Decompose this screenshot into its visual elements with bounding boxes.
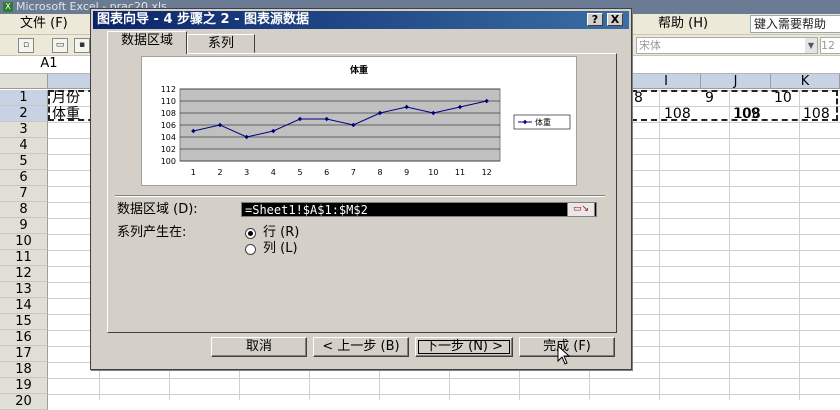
x-tick-label: 10 bbox=[428, 168, 438, 177]
row-header[interactable]: 19 bbox=[0, 378, 48, 394]
column-header-j[interactable]: J bbox=[701, 74, 771, 89]
cancel-button[interactable]: 取消 bbox=[211, 337, 307, 357]
close-icon[interactable]: X bbox=[607, 13, 623, 26]
row-header[interactable]: 17 bbox=[0, 346, 48, 362]
legend-label: 体重 bbox=[535, 117, 551, 127]
row-header[interactable]: 18 bbox=[0, 362, 48, 378]
tab-series[interactable]: 系列 bbox=[187, 34, 255, 53]
tab-data-range[interactable]: 数据区域 bbox=[107, 31, 187, 54]
cell-h1[interactable]: 8 bbox=[634, 90, 643, 106]
radio-rows[interactable] bbox=[245, 228, 256, 239]
radio-columns[interactable] bbox=[245, 244, 256, 255]
radio-selected-dot bbox=[248, 231, 253, 236]
excel-app-icon: X bbox=[3, 2, 13, 12]
row-header[interactable]: 10 bbox=[0, 234, 48, 250]
cell-a2[interactable]: 体重 bbox=[52, 106, 80, 122]
cell-j2-value[interactable]: 109 bbox=[733, 106, 760, 122]
x-tick-label: 5 bbox=[297, 168, 302, 177]
y-tick-label: 112 bbox=[161, 85, 176, 94]
x-tick-label: 7 bbox=[351, 168, 356, 177]
mouse-cursor-icon bbox=[557, 345, 571, 365]
row-header[interactable]: 16 bbox=[0, 330, 48, 346]
column-header-i[interactable]: I bbox=[632, 74, 701, 89]
row-header[interactable]: 20 bbox=[0, 394, 48, 410]
font-name-value: 宋体 bbox=[639, 39, 661, 52]
data-range-label: 数据区域 (D): bbox=[117, 202, 198, 217]
cell-h2[interactable]: 108 bbox=[664, 106, 691, 122]
row-header[interactable]: 3 bbox=[0, 122, 48, 138]
x-tick-label: 8 bbox=[377, 168, 382, 177]
y-tick-label: 104 bbox=[161, 133, 176, 142]
cell-k1[interactable]: 10 bbox=[774, 90, 792, 106]
new-file-icon[interactable]: ▫ bbox=[18, 38, 34, 53]
x-tick-label: 2 bbox=[217, 168, 222, 177]
x-tick-label: 6 bbox=[324, 168, 329, 177]
row-header[interactable]: 14 bbox=[0, 298, 48, 314]
y-tick-label: 106 bbox=[161, 121, 176, 130]
chevron-down-icon[interactable]: ▼ bbox=[805, 38, 817, 53]
dialog-title-bar[interactable]: 图表向导 - 4 步骤之 2 - 图表源数据 ? X bbox=[93, 11, 629, 29]
cell-k2[interactable]: 108 bbox=[803, 106, 830, 122]
name-box[interactable]: A1 bbox=[4, 57, 94, 71]
back-button[interactable]: < 上一步 (B) bbox=[313, 337, 409, 357]
x-tick-label: 1 bbox=[191, 168, 196, 177]
column-header-k[interactable]: K bbox=[771, 74, 840, 89]
font-name-select[interactable]: 宋体 ▼ bbox=[636, 37, 818, 54]
collapse-dialog-icon[interactable]: ▭↘ bbox=[567, 202, 595, 217]
cell-a1[interactable]: 月份 bbox=[52, 90, 80, 106]
save-icon[interactable]: ▪ bbox=[74, 38, 90, 53]
chart-preview: 体重 100 102 104 106 108 110 112 1 2 3 4 5 6 7 8 9 10 11 12 体重 bbox=[141, 56, 577, 186]
line-chart: 体重1001021041061081101121 2 3 4 5 6 7 8 9 10 11 12体重 bbox=[161, 64, 571, 177]
next-button[interactable]: 下一步 (N) > bbox=[415, 337, 513, 357]
separator bbox=[115, 195, 605, 197]
menu-file[interactable]: 文件 (F) bbox=[20, 16, 68, 32]
row-header[interactable]: 5 bbox=[0, 154, 48, 170]
x-tick-label: 11 bbox=[455, 168, 465, 177]
x-tick-label: 3 bbox=[244, 168, 249, 177]
row-header[interactable]: 9 bbox=[0, 218, 48, 234]
row-header[interactable]: 6 bbox=[0, 170, 48, 186]
chart-title: 体重 bbox=[350, 64, 368, 76]
row-header[interactable]: 11 bbox=[0, 250, 48, 266]
row-header[interactable]: 4 bbox=[0, 138, 48, 154]
data-range-input[interactable]: =Sheet1!$A$1:$M$2 bbox=[241, 202, 597, 217]
chart-wizard-dialog: 图表向导 - 4 步骤之 2 - 图表源数据 ? X 数据区域 系列 体重 100… bbox=[90, 8, 632, 370]
x-tick-label: 4 bbox=[271, 168, 276, 177]
row-header[interactable]: 13 bbox=[0, 282, 48, 298]
y-tick-label: 110 bbox=[161, 97, 176, 106]
row-header[interactable]: 7 bbox=[0, 186, 48, 202]
row-header[interactable]: 1 bbox=[0, 90, 48, 106]
select-all-corner[interactable] bbox=[0, 74, 48, 89]
row-header[interactable]: 2 bbox=[0, 106, 48, 122]
y-tick-label: 102 bbox=[161, 145, 176, 154]
y-tick-label: 100 bbox=[161, 157, 176, 166]
menu-help[interactable]: 帮助 (H) bbox=[658, 16, 708, 32]
help-search-input[interactable]: 键入需要帮助 bbox=[750, 15, 840, 33]
open-folder-icon[interactable]: ▭ bbox=[52, 38, 68, 53]
y-tick-label: 108 bbox=[161, 109, 176, 118]
dialog-title: 图表向导 - 4 步骤之 2 - 图表源数据 bbox=[97, 12, 310, 27]
x-tick-label: 9 bbox=[404, 168, 409, 177]
radio-columns-label[interactable]: 列 (L) bbox=[263, 241, 298, 256]
row-header[interactable]: 15 bbox=[0, 314, 48, 330]
x-tick-label: 12 bbox=[482, 168, 492, 177]
row-header[interactable]: 12 bbox=[0, 266, 48, 282]
row-header[interactable]: 8 bbox=[0, 202, 48, 218]
font-size-select[interactable]: 12 bbox=[820, 37, 840, 54]
help-button[interactable]: ? bbox=[587, 13, 603, 26]
cell-i1[interactable]: 9 bbox=[705, 90, 714, 106]
series-in-label: 系列产生在: bbox=[117, 225, 187, 240]
radio-rows-label[interactable]: 行 (R) bbox=[263, 225, 299, 240]
